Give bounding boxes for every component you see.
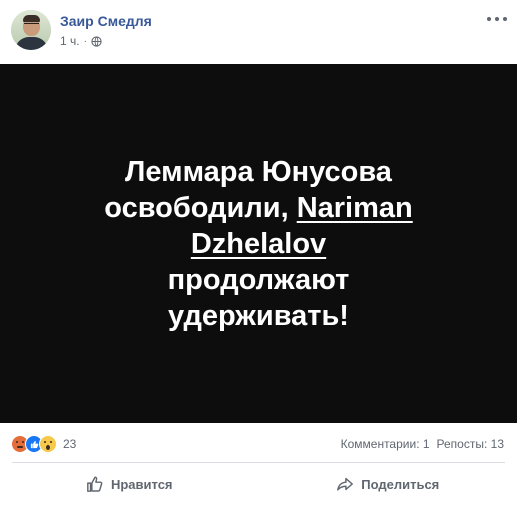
reaction-count: 23 (63, 437, 77, 451)
image-caption-text: Леммара Юнусова освободили, Nariman Dzhe… (99, 154, 419, 334)
post-image[interactable]: Леммара Юнусова освободили, Nariman Dzhe… (0, 64, 517, 423)
caption-link-second: Dzhelalov (190, 227, 327, 260)
more-options-icon[interactable] (487, 12, 507, 26)
divider (12, 462, 505, 463)
caption-line-1: Леммара Юнусова (125, 155, 392, 188)
shares-count[interactable]: Репосты: 13 (437, 437, 504, 451)
thumbs-up-icon (87, 476, 103, 492)
share-button-label: Поделиться (361, 476, 440, 492)
caption-link-first: Nariman (296, 191, 413, 224)
meta-separator: · (83, 35, 87, 47)
reactions-summary[interactable]: 23 (11, 435, 76, 453)
avatar[interactable] (11, 10, 51, 50)
comments-count[interactable]: Комментарии: 1 (341, 437, 430, 451)
globe-icon (91, 35, 102, 47)
caption-line-2: освободили, (104, 191, 297, 224)
like-button[interactable]: Нравится (0, 468, 259, 500)
caption-line-4: удерживать! (168, 299, 349, 332)
caption-line-3: продолжают (167, 263, 350, 296)
like-button-label: Нравится (110, 476, 173, 492)
wow-reaction-icon (39, 435, 57, 453)
post-header: Заир Смедля 1 ч. · (0, 0, 517, 64)
post-meta: 1 ч. · (60, 34, 102, 48)
post-stats: 23 Комментарии: 1 Репосты: 13 (0, 430, 517, 454)
share-arrow-icon (337, 477, 354, 491)
author-name[interactable]: Заир Смедля (60, 13, 152, 29)
action-bar: Нравится Поделиться (0, 468, 517, 500)
post-timestamp[interactable]: 1 ч. (60, 34, 80, 48)
share-button[interactable]: Поделиться (259, 468, 517, 500)
